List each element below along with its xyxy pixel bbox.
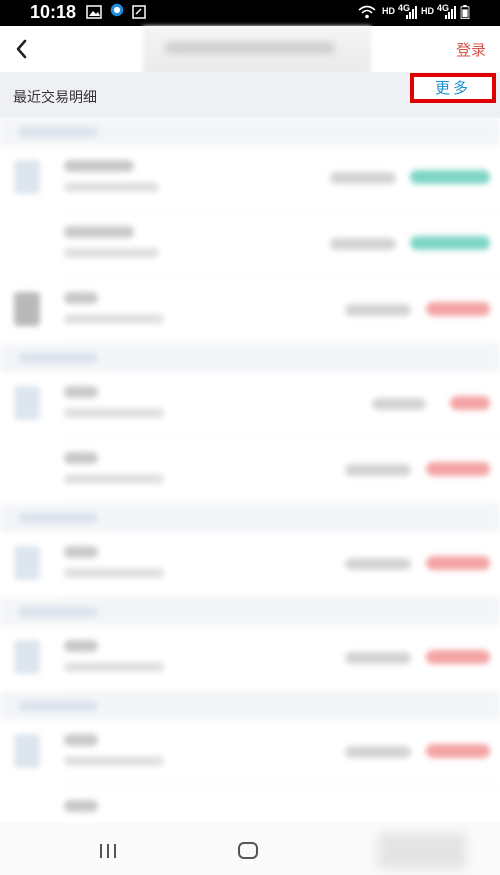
page-title-redacted	[143, 26, 371, 74]
chevron-left-icon[interactable]	[10, 36, 36, 62]
wifi-icon	[358, 5, 376, 19]
more-button[interactable]: 更多	[410, 73, 496, 103]
list-item[interactable]	[0, 626, 500, 692]
gallery-icon	[86, 5, 102, 19]
date-band	[0, 598, 500, 626]
list-item[interactable]	[0, 372, 500, 438]
battery-icon	[460, 5, 470, 19]
signal-icon	[445, 6, 456, 19]
date-band	[0, 118, 500, 146]
status-time: 10:18	[30, 2, 77, 22]
signal-icon	[406, 6, 417, 19]
list-item[interactable]	[0, 438, 500, 504]
status-bar: 10:18 HD 4G HD 4G	[0, 0, 500, 26]
back-button-redacted[interactable]	[378, 833, 466, 869]
login-button[interactable]: 登录	[456, 39, 486, 60]
screenshot-icon	[132, 5, 146, 19]
hd-badge: HD	[421, 6, 434, 16]
app-notification-icon	[110, 3, 124, 17]
recent-apps-icon[interactable]	[99, 844, 119, 858]
date-band	[0, 344, 500, 372]
list-item[interactable]	[0, 146, 500, 212]
list-item[interactable]	[0, 278, 500, 344]
date-band	[0, 692, 500, 720]
list-item[interactable]	[0, 212, 500, 278]
system-nav-bar	[0, 823, 500, 875]
list-item[interactable]	[0, 532, 500, 598]
list-item[interactable]	[0, 786, 500, 823]
date-band	[0, 504, 500, 532]
section-title: 最近交易明细	[13, 90, 97, 106]
list-item[interactable]	[0, 720, 500, 786]
home-icon[interactable]	[238, 842, 258, 859]
hd-badge: HD	[382, 6, 395, 16]
transaction-list-blurred	[0, 118, 500, 823]
app-header: 登录	[0, 26, 500, 74]
